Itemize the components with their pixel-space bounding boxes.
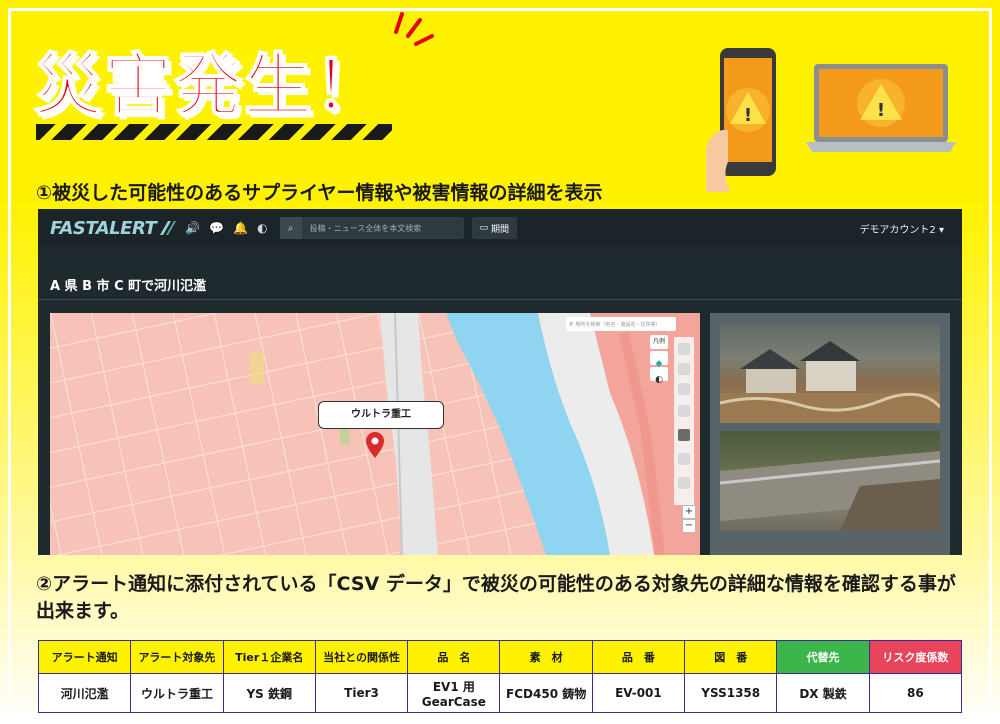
table-header: アラート対象先 [130, 640, 224, 674]
table-header-row: アラート通知 アラート対象先 Tier１企業名 当社との関係性 品 名 素 材 … [37, 640, 963, 674]
contrast-button[interactable]: ◐ [650, 367, 668, 385]
map-contrast-icon: ◐ [655, 375, 663, 385]
event-title: A 県 B 市 C 町で河川氾濫 [50, 279, 207, 294]
legend-button[interactable]: 凡例 [650, 335, 668, 349]
headline: 災害発生！ [33, 46, 385, 127]
step1-caption: ①被災した可能性のあるサプライヤー情報や被害情報の詳細を表示 [36, 182, 603, 204]
table-header-alternative: 代替先 [776, 640, 870, 674]
search-placeholder: 投稿・ニュース全体を本文検索 [309, 223, 422, 233]
period-button[interactable]: ▭ 期間 [471, 217, 518, 239]
table-header: 素 材 [499, 640, 593, 674]
zoom-out-button[interactable]: − [682, 519, 696, 533]
search-icon[interactable]: ⌕ [279, 217, 302, 239]
table-cell: 河川氾濫 [37, 673, 132, 713]
place-search-icon: ⌕ [569, 319, 574, 328]
csv-data-table: アラート通知 アラート対象先 Tier１企業名 当社との関係性 品 名 素 材 … [37, 640, 963, 713]
location-pin-icon[interactable] [364, 431, 386, 459]
divider [38, 299, 962, 300]
table-header-risk: リスク度係数 [868, 640, 963, 674]
zoom-in-label: + [684, 506, 694, 517]
zoom-in-button[interactable]: + [682, 505, 696, 519]
table-header: アラート通知 [37, 640, 132, 674]
phone-alert-icon: ! [706, 48, 776, 192]
pin-label: ウルトラ重工 [351, 409, 411, 420]
step2-caption: ②アラート通知に添付されている「CSV データ」で被災の可能性のある対象先の詳細… [36, 573, 956, 622]
table-cell: DX 製鉄 [776, 673, 870, 713]
zoom-out-label: − [684, 520, 694, 531]
table-row: 河川氾濫 ウルトラ重工 YS 鉄鋼 Tier3 EV1 用 GearCase F… [37, 673, 963, 713]
flood-photo-houses[interactable] [719, 323, 942, 423]
table-cell: Tier3 [314, 673, 409, 713]
table-header: 品 番 [591, 640, 686, 674]
photo-panel[interactable] [710, 313, 950, 555]
map-view[interactable]: ⌕ 場所を検索（地名・施設名・住所等） 凡例 ◆ ◐ + − ウルトラ重工 [50, 313, 700, 555]
map-tool-6[interactable] [678, 453, 690, 465]
sound-icon[interactable]: 🔊 [185, 221, 200, 235]
legend-label: 凡例 [652, 338, 665, 345]
logo-mark-icon [160, 221, 177, 235]
map-tool-4[interactable] [678, 405, 690, 417]
flood-photo-cars[interactable] [720, 539, 940, 555]
table-cell: EV-001 [591, 673, 686, 713]
map-tool-1[interactable] [678, 343, 690, 355]
table-header: 当社との関係性 [314, 640, 409, 674]
app-logo[interactable]: FASTALERT [50, 218, 157, 239]
app-topbar: FASTALERT 🔊 💬 🔔 ◐ ⌕ 投稿・ニュース全体を本文検索 ▭ 期間 … [38, 209, 962, 247]
table-header: Tier１企業名 [222, 640, 316, 674]
map-tool-5[interactable] [678, 429, 690, 441]
flood-photo-road-art [719, 451, 941, 531]
layer-button[interactable]: ◆ [650, 351, 668, 369]
pin-callout[interactable]: ウルトラ重工 [318, 401, 444, 429]
calendar-icon: ▭ [479, 223, 491, 233]
map-tool-3[interactable] [678, 383, 690, 395]
table-cell: 86 [868, 673, 963, 713]
table-header: 図 番 [684, 640, 778, 674]
account-menu[interactable]: デモアカウント2 ▾ [859, 221, 944, 236]
emphasis-lines-icon [394, 12, 434, 46]
table-cell: YSS1358 [684, 673, 778, 713]
table-header: 品 名 [407, 640, 501, 674]
flood-photo-houses-art [719, 341, 942, 423]
table-cell: EV1 用 GearCase [407, 673, 501, 713]
place-search[interactable]: ⌕ 場所を検索（地名・施設名・住所等） [566, 317, 676, 331]
table-cell: YS 鉄鋼 [222, 673, 316, 713]
map-tool-2[interactable] [678, 363, 690, 375]
table-cell: FCD450 鋳物 [499, 673, 593, 713]
laptop-alert-icon: ! [806, 64, 956, 152]
fulltext-search[interactable]: ⌕ 投稿・ニュース全体を本文検索 [279, 217, 464, 239]
map-tool-7[interactable] [678, 477, 690, 489]
svg-text:!: ! [744, 105, 752, 126]
contrast-icon[interactable]: ◐ [257, 221, 267, 235]
svg-text:!: ! [877, 100, 885, 121]
flood-photo-road[interactable] [719, 431, 941, 531]
period-label: 期間 [491, 224, 510, 235]
place-search-placeholder: 場所を検索（地名・施設名・住所等） [575, 321, 661, 328]
chat-icon[interactable]: 💬 [209, 221, 224, 235]
bell-icon[interactable]: 🔔 [233, 221, 248, 235]
hazard-stripes [36, 124, 392, 140]
table-cell: ウルトラ重工 [130, 673, 224, 713]
fastalert-app: FASTALERT 🔊 💬 🔔 ◐ ⌕ 投稿・ニュース全体を本文検索 ▭ 期間 … [38, 209, 962, 555]
